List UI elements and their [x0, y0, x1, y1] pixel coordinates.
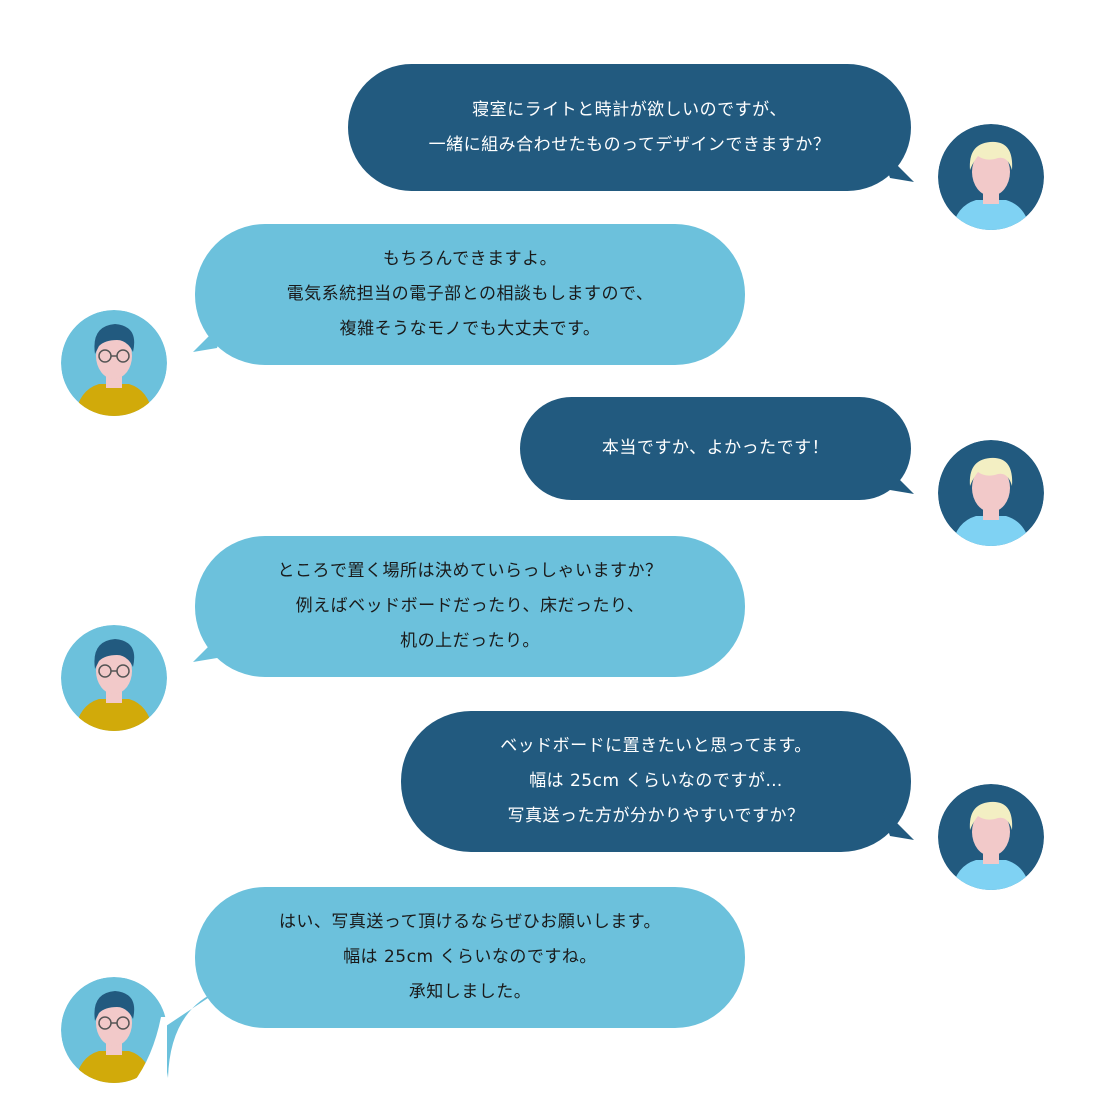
customer-avatar-icon	[938, 784, 1044, 890]
message-line: 写真送った方が分かりやすいですか？	[507, 806, 805, 826]
message-bubble-1: 寝室にライトと時計が欲しいのですが、 一緒に組み合わせたものってデザインできます…	[348, 64, 911, 191]
message-bubble-3: 本当ですか、よかったです！	[520, 397, 911, 500]
message-line: もちろんできますよ。	[382, 249, 558, 269]
bubble-tail	[880, 460, 914, 494]
message-line: 寝室にライトと時計が欲しいのですが、	[472, 99, 787, 120]
message-line: 幅は 25cm くらいなのですが…	[529, 771, 783, 791]
message-line: ベッドボードに置きたいと思ってます。	[500, 736, 812, 756]
bubble-tail	[193, 318, 227, 352]
message-bubble-6: はい、写真送って頂けるならぜひお願いします。 幅は 25cm くらいなのですね。…	[195, 887, 745, 1028]
bubble-tail	[880, 148, 914, 182]
message-bubble-4: ところで置く場所は決めていらっしゃいますか？ 例えばベッドボードだったり、床だっ…	[195, 536, 745, 677]
message-line: 机の上だったり。	[400, 631, 540, 651]
message-line: 幅は 25cm くらいなのですね。	[343, 947, 597, 967]
message-bubble-2: もちろんできますよ。 電気系統担当の電子部との相談もしますので、 複雑そうなモノ…	[195, 224, 745, 365]
message-line: 電気系統担当の電子部との相談もしますので、	[286, 284, 654, 304]
bubble-tail	[193, 628, 227, 662]
message-line: 例えばベッドボードだったり、床だったり、	[295, 596, 645, 616]
designer-avatar-icon	[61, 625, 167, 731]
message-line: 本当ですか、よかったです！	[601, 438, 830, 458]
message-line: はい、写真送って頂けるならぜひお願いします。	[278, 912, 662, 932]
bubble-tail	[160, 990, 220, 1078]
customer-avatar-icon	[938, 124, 1044, 230]
designer-avatar-icon	[61, 977, 167, 1083]
message-line: 複雑そうなモノでも大丈夫です。	[339, 319, 601, 339]
message-line: 一緒に組み合わせたものってデザインできますか？	[428, 134, 831, 155]
designer-avatar-icon	[61, 310, 167, 416]
message-line: ところで置く場所は決めていらっしゃいますか？	[277, 561, 663, 581]
customer-avatar-icon	[938, 440, 1044, 546]
bubble-tail	[880, 806, 914, 840]
message-line: 承知しました。	[408, 982, 532, 1002]
message-bubble-5: ベッドボードに置きたいと思ってます。 幅は 25cm くらいなのですが… 写真送…	[401, 711, 911, 852]
